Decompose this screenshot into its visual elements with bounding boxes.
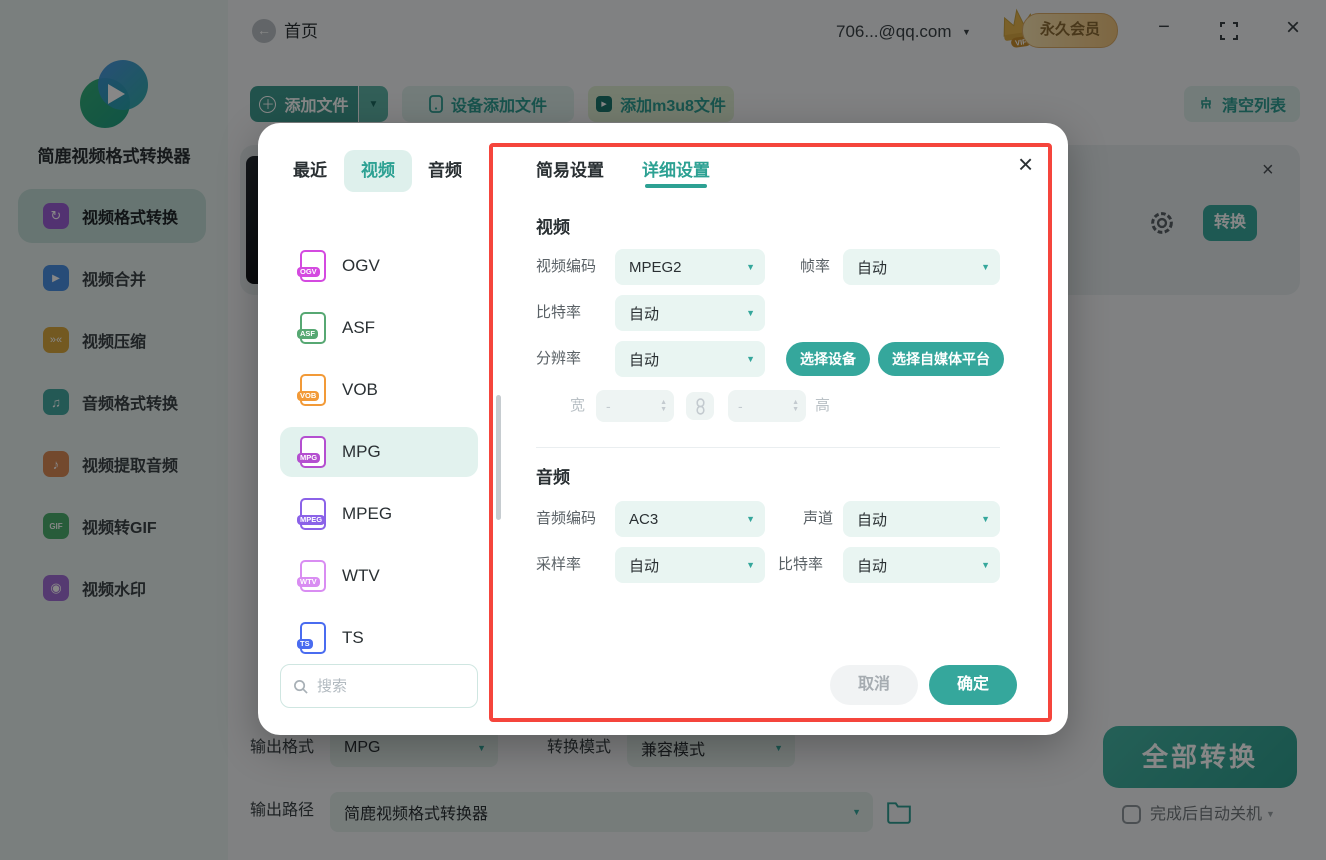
- audio-codec-label: 音频编码: [536, 510, 597, 527]
- format-item-vob[interactable]: VOB VOB: [280, 365, 478, 415]
- format-ext-badge: VOB: [297, 390, 320, 401]
- height-label: 高: [815, 397, 831, 414]
- height-stepper[interactable]: - ▲ ▼: [728, 390, 806, 422]
- format-name: OGV: [342, 256, 380, 275]
- chevron-down-icon: ▼: [746, 514, 755, 524]
- format-search-box: [280, 664, 478, 708]
- format-name: MPEG: [342, 504, 393, 523]
- video-bitrate-label: 比特率: [536, 304, 582, 321]
- format-item-mpg-selected[interactable]: MPG MPG: [280, 427, 478, 477]
- samplerate-label: 采样率: [536, 556, 582, 573]
- select-device-button[interactable]: 选择设备: [786, 342, 870, 376]
- format-ext-badge: OGV: [297, 266, 320, 277]
- audio-codec-select[interactable]: AC3 ▼: [615, 501, 765, 537]
- format-settings-modal: 最近 视频 音频 OGV OGV ASF ASF VOB VOB MPG MPG…: [258, 123, 1068, 735]
- app-window: 简鹿视频格式转换器 ↻ 视频格式转换 ▶ 视频合并 »« 视频压缩 ♫ 音频格式…: [0, 0, 1326, 860]
- chevron-down-icon: ▼: [746, 354, 755, 364]
- file-format-icon: VOB: [297, 374, 326, 406]
- format-ext-badge: ASF: [297, 328, 318, 339]
- file-format-icon: OGV: [297, 250, 326, 282]
- format-ext-badge: MPG: [297, 452, 321, 463]
- channel-select[interactable]: 自动 ▼: [843, 501, 1000, 537]
- format-ext-badge: MPEG: [297, 514, 326, 525]
- channel-label: 声道: [803, 510, 834, 527]
- video-bitrate-value: 自动: [629, 305, 660, 323]
- video-section-heading: 视频: [536, 218, 570, 237]
- format-name: MPG: [342, 442, 381, 461]
- cancel-button[interactable]: 取消: [830, 665, 918, 705]
- select-platform-button[interactable]: 选择自媒体平台: [878, 342, 1004, 376]
- chevron-down-icon: ▼: [981, 262, 990, 272]
- format-name: TS: [342, 628, 364, 647]
- audio-bitrate-value: 自动: [857, 557, 888, 575]
- active-tab-underline: [645, 184, 707, 188]
- tab-video[interactable]: 视频: [344, 150, 412, 192]
- file-format-icon: ASF: [297, 312, 326, 344]
- audio-codec-value: AC3: [629, 510, 659, 528]
- resolution-value: 自动: [629, 351, 660, 369]
- audio-bitrate-select[interactable]: 自动 ▼: [843, 547, 1000, 583]
- width-stepper[interactable]: - ▲ ▼: [596, 390, 674, 422]
- chevron-down-icon: ▼: [981, 560, 990, 570]
- video-codec-select[interactable]: MPEG2 ▼: [615, 249, 765, 285]
- samplerate-value: 自动: [629, 557, 660, 575]
- file-format-icon: TS: [297, 622, 326, 654]
- resolution-select[interactable]: 自动 ▼: [615, 341, 765, 377]
- format-name: WTV: [342, 566, 380, 585]
- samplerate-select[interactable]: 自动 ▼: [615, 547, 765, 583]
- stepper-arrows-icon[interactable]: ▲ ▼: [792, 399, 799, 413]
- video-codec-value: MPEG2: [629, 258, 682, 276]
- search-input[interactable]: [315, 676, 455, 696]
- section-divider: [536, 447, 1000, 448]
- chevron-down-icon: ▼: [746, 308, 755, 318]
- tab-simple-settings[interactable]: 简易设置: [536, 156, 604, 186]
- framerate-select[interactable]: 自动 ▼: [843, 249, 1000, 285]
- link-icon: [695, 397, 705, 415]
- stepper-arrows-icon[interactable]: ▲ ▼: [660, 399, 667, 413]
- file-format-icon: WTV: [297, 560, 326, 592]
- tab-recent[interactable]: 最近: [293, 156, 327, 186]
- audio-bitrate-label: 比特率: [778, 556, 824, 573]
- format-item-wtv[interactable]: WTV WTV: [280, 551, 478, 601]
- tab-audio[interactable]: 音频: [428, 156, 462, 186]
- format-name: VOB: [342, 380, 378, 399]
- search-icon: [294, 679, 308, 694]
- aspect-link-toggle[interactable]: [686, 392, 714, 420]
- height-value: -: [738, 398, 743, 414]
- format-item-ts[interactable]: TS TS: [280, 613, 478, 663]
- tab-detailed-settings[interactable]: 详细设置: [642, 156, 710, 186]
- framerate-value: 自动: [857, 259, 888, 277]
- width-value: -: [606, 398, 611, 414]
- chevron-down-icon: ▼: [981, 514, 990, 524]
- chevron-down-icon: ▼: [746, 262, 755, 272]
- format-ext-badge: TS: [297, 638, 313, 649]
- video-codec-label: 视频编码: [536, 258, 597, 275]
- format-item-asf[interactable]: ASF ASF: [280, 303, 478, 353]
- format-list-scrollbar[interactable]: [496, 395, 501, 520]
- framerate-label: 帧率: [800, 258, 831, 275]
- audio-section-heading: 音频: [536, 468, 570, 487]
- format-item-mpeg[interactable]: MPEG MPEG: [280, 489, 478, 539]
- width-label: 宽: [570, 397, 586, 414]
- format-item-ogv[interactable]: OGV OGV: [280, 241, 478, 291]
- file-format-icon: MPEG: [297, 498, 326, 530]
- close-modal-icon[interactable]: ×: [1018, 151, 1033, 177]
- video-bitrate-select[interactable]: 自动 ▼: [615, 295, 765, 331]
- file-format-icon: MPG: [297, 436, 326, 468]
- confirm-button[interactable]: 确定: [929, 665, 1017, 705]
- format-ext-badge: WTV: [297, 576, 320, 587]
- format-name: ASF: [342, 318, 376, 337]
- chevron-down-icon: ▼: [746, 560, 755, 570]
- resolution-label: 分辨率: [536, 350, 582, 367]
- channel-value: 自动: [857, 511, 888, 529]
